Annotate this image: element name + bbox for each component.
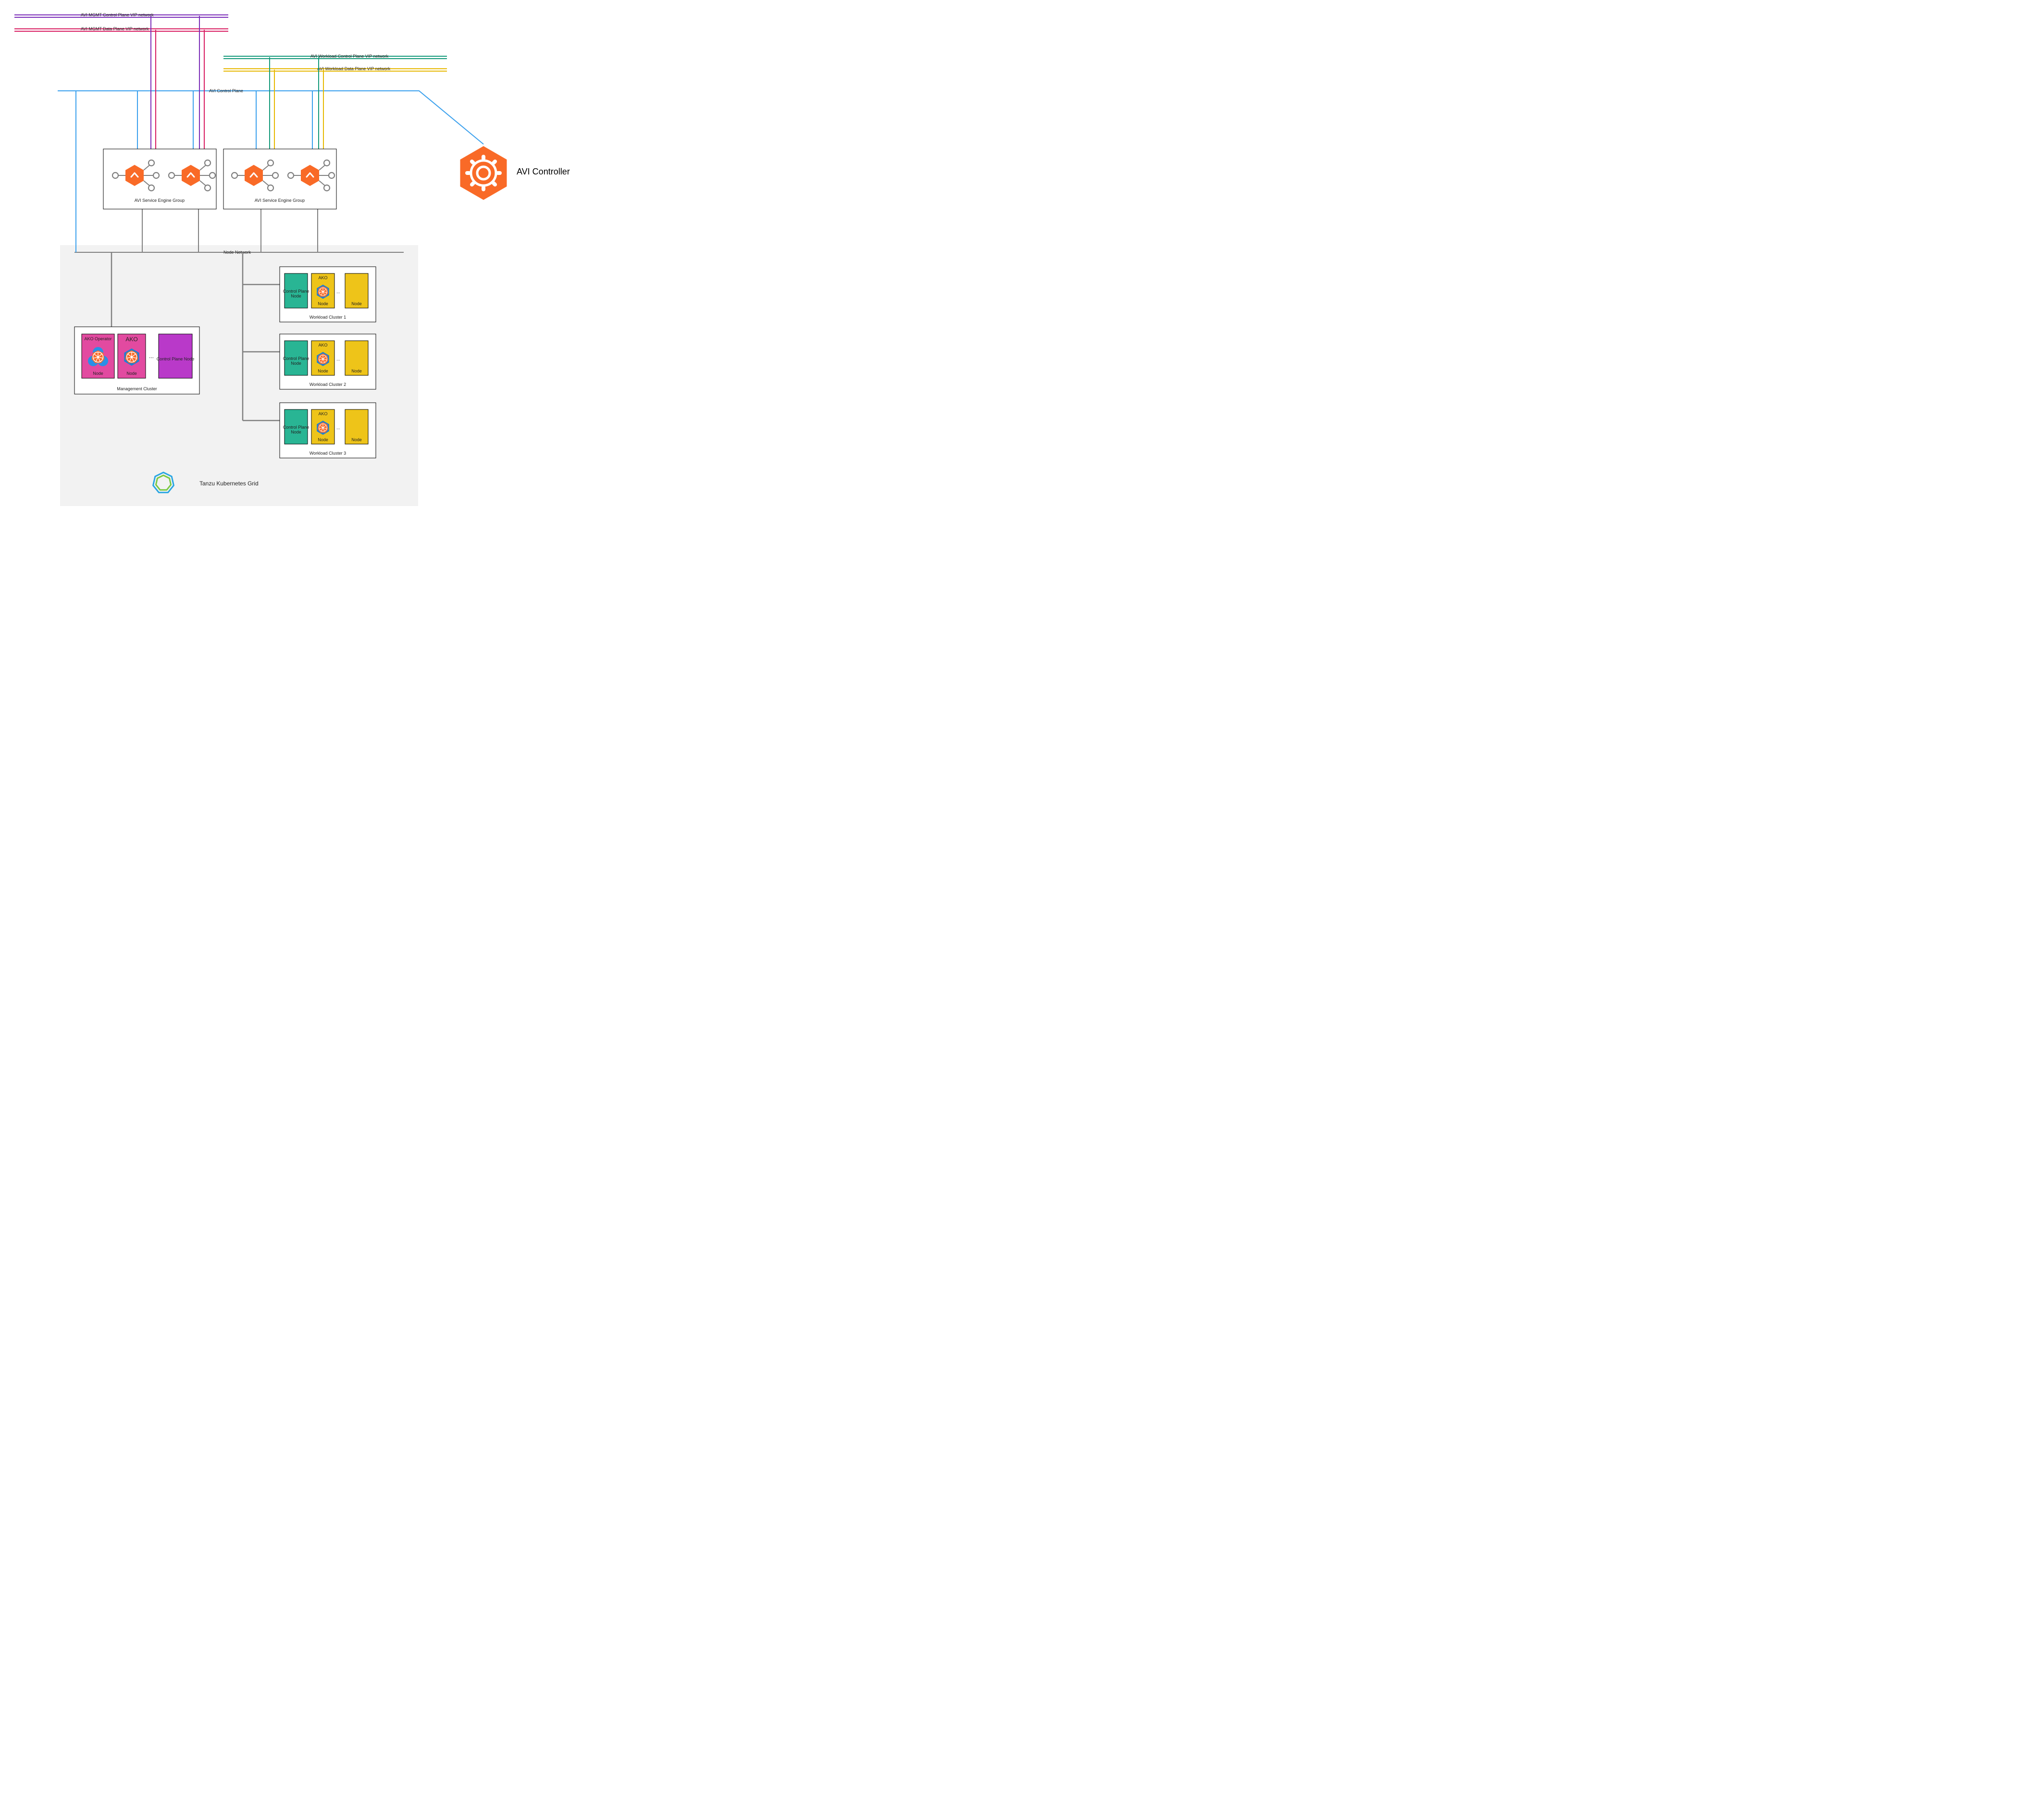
svg-text:Node: Node bbox=[291, 361, 301, 366]
svg-text:Node: Node bbox=[291, 294, 301, 298]
se-group-b: AVI Service Engine Group bbox=[223, 149, 336, 209]
workload-cluster-3: Workload Cluster 3 Control Plane Node AK… bbox=[280, 403, 376, 458]
se-group-label-b: AVI Service Engine Group bbox=[255, 198, 305, 203]
wc1-ako-node: AKO Node bbox=[311, 341, 334, 375]
mgmt-n2-title: AKO bbox=[125, 336, 137, 343]
mgmt-node-ako-operator: AKO Operator Node bbox=[82, 334, 114, 378]
mgmt-ellipsis: ... bbox=[149, 353, 154, 359]
mgmt-n1-title: AKO Operator bbox=[84, 336, 111, 341]
mgmt-node-cp: Control Plane Node bbox=[157, 334, 195, 378]
svg-text:AKO: AKO bbox=[318, 411, 327, 416]
mgmt-cluster-label: Management Cluster bbox=[117, 386, 157, 391]
mgmt-n1-sub: Node bbox=[93, 371, 103, 376]
wc2-ako-node: AKO Node bbox=[311, 409, 334, 444]
svg-text:AKO: AKO bbox=[318, 343, 327, 347]
wc1-cp-node: Control Plane Node bbox=[283, 341, 309, 375]
label-wl-dp: AVI Workload Data Plane VIP network bbox=[317, 66, 391, 71]
svg-text:AKO: AKO bbox=[318, 275, 327, 280]
rail-ctrl bbox=[58, 91, 483, 144]
avi-controller-icon bbox=[460, 146, 507, 200]
wc1-ellipsis: ... bbox=[336, 357, 340, 361]
svg-text:Node: Node bbox=[291, 430, 301, 434]
svg-text:Node: Node bbox=[351, 437, 362, 442]
wc2-cp-node: Control Plane Node bbox=[283, 409, 309, 444]
mgmt-drops bbox=[151, 16, 204, 171]
wc0-ellipsis: ... bbox=[336, 289, 340, 294]
wc0-cp-node: Control Plane Node bbox=[283, 273, 309, 308]
workload-cluster-2: Workload Cluster 2 Control Plane Node AK… bbox=[280, 334, 376, 389]
wc-label-1: Workload Cluster 2 bbox=[309, 382, 346, 387]
workload-cluster-1: Workload Cluster 1 Control Plane Node AK… bbox=[280, 267, 376, 322]
wc2-plain-node: Node bbox=[345, 409, 368, 444]
wc-label-2: Workload Cluster 3 bbox=[309, 451, 346, 456]
mgmt-n3-title: Control Plane Node bbox=[157, 357, 195, 361]
wc-label-0: Workload Cluster 1 bbox=[309, 315, 346, 320]
diagram-canvas: AVI MGMT Control Plane VIP network AVI M… bbox=[0, 0, 577, 517]
svg-text:Node: Node bbox=[318, 437, 328, 442]
wc2-ellipsis: ... bbox=[336, 425, 340, 430]
svg-text:Control Plane: Control Plane bbox=[283, 356, 309, 361]
svg-text:Node: Node bbox=[318, 301, 328, 306]
se-group-a: AVI Service Engine Group bbox=[103, 149, 216, 209]
network-rails bbox=[14, 15, 483, 144]
wc0-plain-node: Node bbox=[345, 273, 368, 308]
svg-text:Node: Node bbox=[351, 369, 362, 373]
mgmt-node-ako: AKO Node bbox=[118, 334, 146, 378]
label-mgmt-cp: AVI MGMT Control Plane VIP network bbox=[81, 12, 154, 17]
wc1-plain-node: Node bbox=[345, 341, 368, 375]
avi-controller-label: AVI Controller bbox=[517, 167, 570, 176]
tanzu-label: Tanzu Kubernetes Grid bbox=[199, 480, 259, 487]
label-wl-cp: AVI Workload Control Plane VIP network bbox=[310, 54, 389, 59]
label-ctrl: AVI Control Plane bbox=[209, 88, 243, 93]
management-cluster: Management Cluster AKO Operator Node AKO… bbox=[74, 327, 199, 394]
label-mgmt-dp: AVI MGMT Data Plane VIP network bbox=[81, 26, 149, 31]
svg-text:Node: Node bbox=[351, 301, 362, 306]
mgmt-n2-sub: Node bbox=[126, 371, 137, 376]
se-group-label-a: AVI Service Engine Group bbox=[135, 198, 185, 203]
label-node: Node Network bbox=[223, 250, 251, 255]
svg-text:Control Plane: Control Plane bbox=[283, 289, 309, 294]
svg-text:Control Plane: Control Plane bbox=[283, 425, 309, 430]
svg-text:Node: Node bbox=[318, 369, 328, 373]
wc0-ako-node: AKO Node bbox=[311, 273, 334, 308]
